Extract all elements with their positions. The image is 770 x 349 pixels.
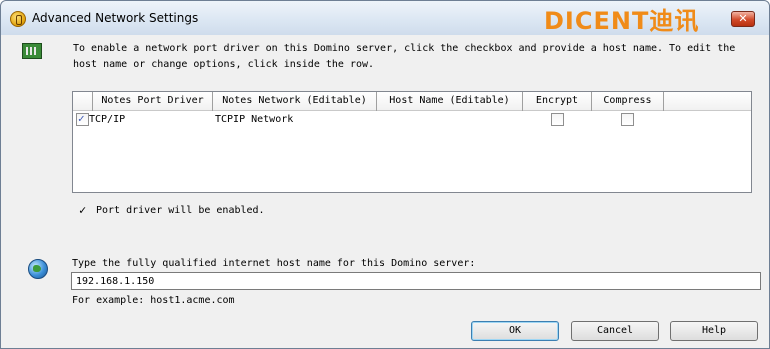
notes-app-icon <box>10 11 26 27</box>
port-driver-table: Notes Port Driver Notes Network (Editabl… <box>72 91 752 193</box>
column-header-network[interactable]: Notes Network (Editable) <box>213 92 377 111</box>
watermark-logo: DICENT迪讯 <box>544 7 700 35</box>
column-header-compress[interactable]: Compress <box>592 92 664 111</box>
intro-text: To enable a network port driver on this … <box>73 43 736 70</box>
globe-icon <box>28 259 48 279</box>
column-header-select[interactable] <box>73 92 93 111</box>
ok-button[interactable]: OK <box>471 321 559 341</box>
status-text: Port driver will be enabled. <box>96 205 265 216</box>
encrypt-checkbox[interactable] <box>551 113 564 126</box>
check-icon: ✓ <box>79 203 87 217</box>
table-row[interactable]: TCP/IP TCPIP Network <box>73 112 751 128</box>
window-title: Advanced Network Settings <box>32 11 199 25</box>
row-enable-checkbox[interactable] <box>76 112 89 126</box>
title-bar[interactable]: Advanced Network Settings DICENT迪讯 ✕ <box>1 1 769 35</box>
network-card-icon <box>22 43 42 59</box>
advanced-network-settings-dialog: Advanced Network Settings DICENT迪讯 ✕ To … <box>0 0 770 349</box>
host-name-input[interactable] <box>71 272 761 290</box>
network-cell[interactable]: TCPIP Network <box>215 112 375 128</box>
close-button[interactable]: ✕ <box>731 11 755 27</box>
port-driver-cell: TCP/IP <box>89 114 126 125</box>
help-button[interactable]: Help <box>670 321 758 341</box>
dialog-body: To enable a network port driver on this … <box>9 35 761 342</box>
cancel-button[interactable]: Cancel <box>571 321 659 341</box>
host-name-label: Type the fully qualified internet host n… <box>72 258 476 269</box>
column-header-host-name[interactable]: Host Name (Editable) <box>377 92 523 111</box>
host-name-example: For example: host1.acme.com <box>72 295 235 306</box>
column-header-encrypt[interactable]: Encrypt <box>523 92 592 111</box>
host-name-cell[interactable] <box>379 112 521 128</box>
compress-checkbox[interactable] <box>621 113 634 126</box>
column-header-port-driver[interactable]: Notes Port Driver <box>93 92 213 111</box>
table-header: Notes Port Driver Notes Network (Editabl… <box>73 92 751 111</box>
